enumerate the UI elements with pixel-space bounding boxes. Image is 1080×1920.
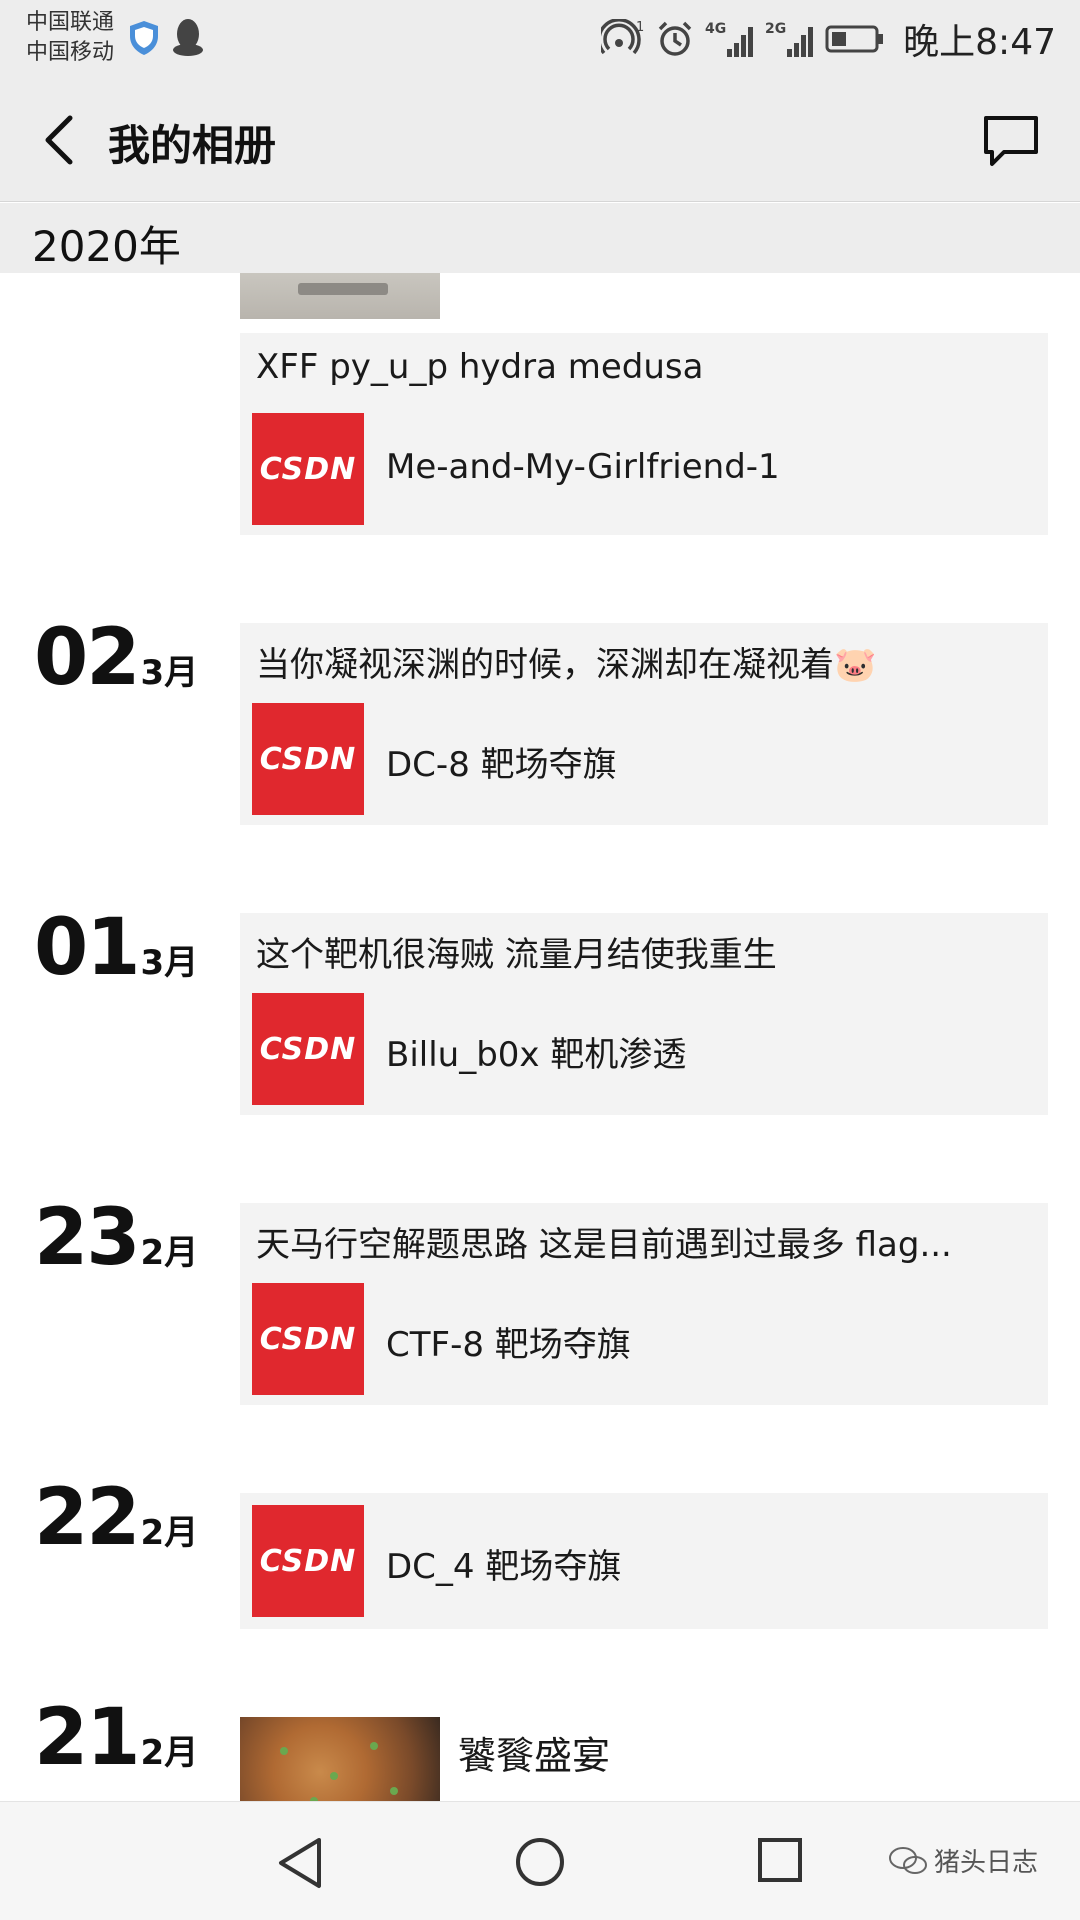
- post-month: 2月: [140, 1233, 199, 1273]
- link-title: Billu_b0x 靶机渗透: [386, 1035, 687, 1075]
- message-bubble-icon: [984, 116, 1038, 166]
- post-date: 232月: [34, 1193, 198, 1283]
- post-date: 013月: [34, 903, 198, 993]
- link-title: DC_4 靶场夺旗: [386, 1547, 622, 1587]
- alarm-icon: [658, 21, 692, 56]
- post-month: 3月: [140, 653, 199, 693]
- battery-icon: [825, 25, 884, 53]
- post-day: 21: [34, 1693, 141, 1783]
- link-title: CTF-8 靶场夺旗: [386, 1325, 631, 1365]
- post-month: 2月: [140, 1513, 199, 1553]
- chevron-left-icon: [45, 115, 73, 165]
- post-month: 2月: [140, 1733, 199, 1773]
- carrier-1: 中国联通: [26, 10, 115, 35]
- year-label: 2020年: [32, 222, 181, 271]
- csdn-logo: CSDN: [252, 1505, 364, 1617]
- link-title: Me-and-My-Girlfriend-1: [386, 447, 780, 487]
- photo-thumbnail[interactable]: [240, 1717, 440, 1801]
- carrier-names: 中国联通 中国移动: [26, 8, 114, 68]
- status-bar: 中国联通 中国移动 1 4G 2G 晚上8:47: [0, 0, 1080, 78]
- nav-back-triangle-icon[interactable]: [275, 1836, 325, 1890]
- post-card[interactable]: 这个靶机很海贼 流量月结使我重生 CSDN Billu_b0x 靶机渗透: [240, 913, 1048, 1115]
- post-day: 01: [34, 903, 141, 993]
- post-text: 这个靶机很海贼 流量月结使我重生: [256, 935, 777, 975]
- photo-content: [298, 283, 388, 295]
- back-button[interactable]: [30, 108, 90, 172]
- hotspot-icon: 1: [601, 19, 644, 55]
- post-date: 023月: [34, 613, 198, 703]
- title-bar: 我的相册: [0, 78, 1080, 202]
- nav-recent-square-icon[interactable]: [756, 1836, 804, 1884]
- csdn-logo-text: CSDN: [259, 1321, 357, 1357]
- message-button[interactable]: [982, 114, 1040, 168]
- shield-icon: [130, 21, 158, 55]
- csdn-logo: CSDN: [252, 1283, 364, 1395]
- post-card[interactable]: XFF py_u_p hydra medusa CSDN Me-and-My-G…: [240, 333, 1048, 535]
- post-text: 饕餮盛宴: [458, 1734, 611, 1778]
- qq-penguin-icon: [173, 19, 203, 56]
- csdn-logo: CSDN: [252, 993, 364, 1105]
- post-month: 3月: [140, 943, 199, 983]
- clock: 晚上8:47: [903, 22, 1056, 63]
- wechat-icon: [889, 1846, 927, 1874]
- watermark: 猪头日志: [888, 1842, 1038, 1879]
- post-day: 22: [34, 1473, 141, 1563]
- csdn-logo-text: CSDN: [259, 741, 357, 777]
- post-date: 212月: [34, 1693, 198, 1783]
- carrier-2: 中国移动: [26, 40, 115, 65]
- signal-2g-icon: 2G: [765, 21, 814, 57]
- net-label-1: 4G: [705, 21, 726, 37]
- post-text: 当你凝视深渊的时候，深渊却在凝视着🐷: [256, 645, 877, 685]
- year-header: 2020年: [0, 203, 1080, 273]
- post-text: XFF py_u_p hydra medusa: [256, 347, 704, 387]
- csdn-logo-text: CSDN: [259, 451, 357, 487]
- post-card[interactable]: 天马行空解题思路 这是目前遇到过最多 flag... CSDN CTF-8 靶场…: [240, 1203, 1048, 1405]
- post-card[interactable]: 当你凝视深渊的时候，深渊却在凝视着🐷 CSDN DC-8 靶场夺旗: [240, 623, 1048, 825]
- nav-home-circle-icon[interactable]: [514, 1836, 566, 1888]
- signal-4g-icon: 4G: [705, 21, 754, 57]
- navigation-bar: 猪头日志: [0, 1801, 1080, 1920]
- csdn-logo-text: CSDN: [259, 1543, 357, 1579]
- link-title: DC-8 靶场夺旗: [386, 745, 617, 785]
- page-title: 我的相册: [108, 121, 277, 170]
- csdn-logo: CSDN: [252, 413, 364, 525]
- photo-thumbnail[interactable]: [240, 273, 440, 319]
- post-text: 天马行空解题思路 这是目前遇到过最多 flag...: [256, 1225, 952, 1265]
- watermark-text: 猪头日志: [934, 1848, 1039, 1878]
- status-icons: 1 4G 2G 晚上8:47: [601, 14, 1056, 64]
- post-card[interactable]: CSDN DC_4 靶场夺旗: [240, 1493, 1048, 1629]
- album-feed[interactable]: XFF py_u_p hydra medusa CSDN Me-and-My-G…: [0, 273, 1080, 1801]
- hotspot-badge: 1: [636, 20, 644, 35]
- post-date: 222月: [34, 1473, 198, 1563]
- net-label-2: 2G: [765, 21, 786, 37]
- csdn-logo: CSDN: [252, 703, 364, 815]
- post-day: 23: [34, 1193, 141, 1283]
- csdn-logo-text: CSDN: [259, 1031, 357, 1067]
- post-day: 02: [34, 613, 141, 703]
